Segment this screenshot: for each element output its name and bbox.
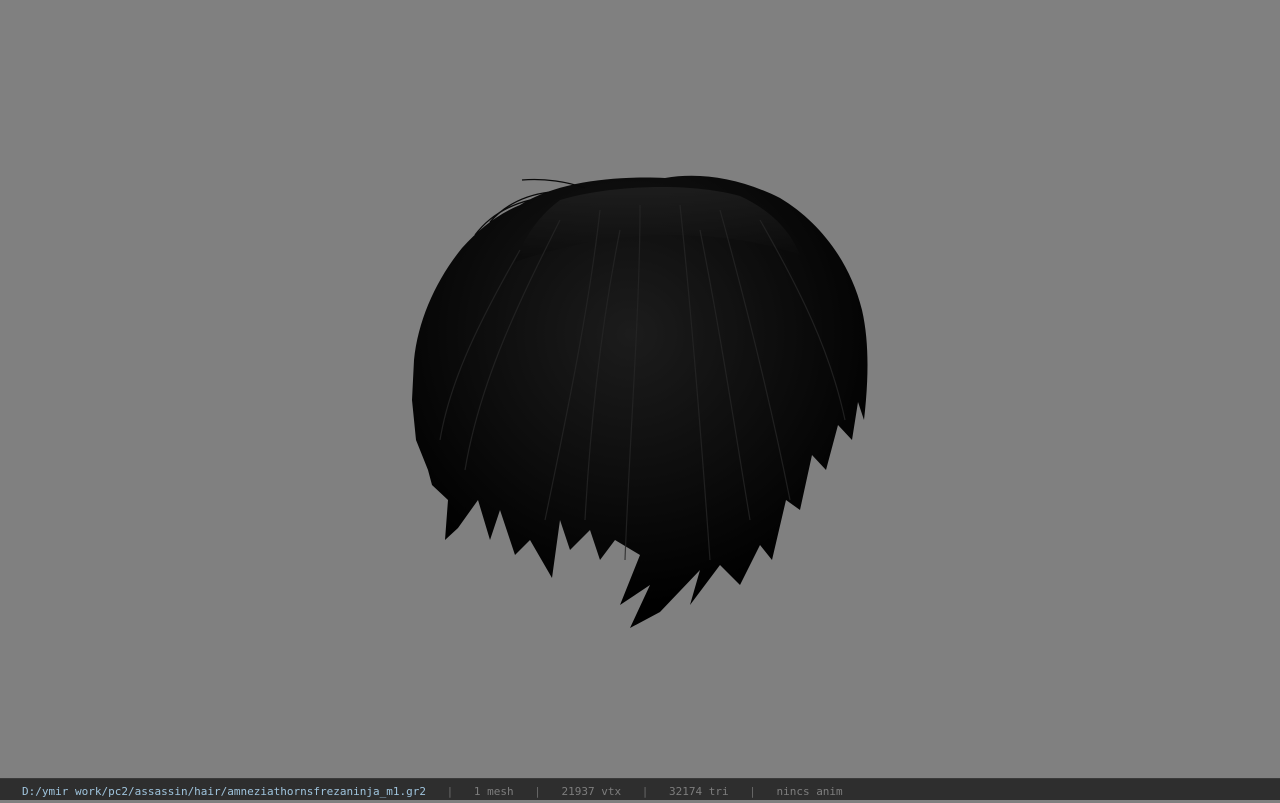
- animation-status: nincs anim: [776, 785, 843, 798]
- separator: |: [534, 785, 541, 798]
- 3d-viewport[interactable]: [0, 0, 1280, 778]
- vertex-count: 21937 vtx: [561, 785, 622, 798]
- mesh-count: 1 mesh: [473, 785, 514, 798]
- separator: |: [446, 785, 454, 798]
- triangle-count: 32174 tri: [668, 785, 729, 798]
- separator: |: [641, 785, 649, 798]
- file-path: D:/ymir work/pc2/assassin/hair/amneziath…: [22, 785, 426, 798]
- separator: |: [749, 785, 756, 798]
- hair-mesh-model[interactable]: [0, 0, 1280, 778]
- status-bar: D:/ymir work/pc2/assassin/hair/amneziath…: [0, 778, 1280, 800]
